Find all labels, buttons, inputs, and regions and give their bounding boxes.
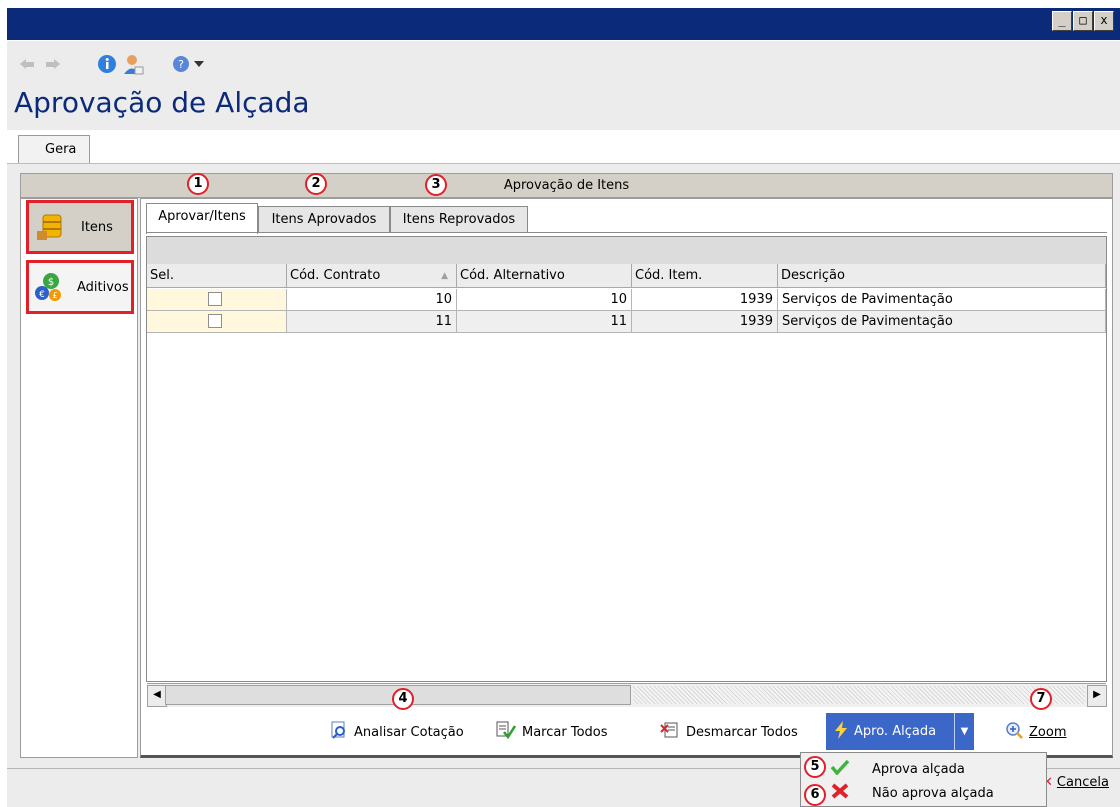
annotation-badge-7: 7 bbox=[1030, 688, 1052, 710]
annotation-badge-6: 6 bbox=[804, 784, 826, 806]
cell-alternativo: 11 bbox=[457, 311, 632, 333]
svg-text:£: £ bbox=[52, 291, 57, 300]
tab-geral[interactable]: Gera bbox=[18, 135, 90, 163]
sidebar-item-label: Itens bbox=[81, 219, 113, 235]
svg-text:?: ? bbox=[178, 58, 184, 71]
tab-aprovar-itens[interactable]: Aprovar/Itens bbox=[146, 203, 258, 234]
tab-itens-reprovados[interactable]: Itens Reprovados bbox=[390, 206, 528, 233]
row-checkbox[interactable] bbox=[208, 292, 222, 306]
maximize-button[interactable]: □ bbox=[1073, 11, 1093, 31]
group-panel bbox=[147, 237, 1106, 264]
page-title: Aprovação de Alçada bbox=[14, 86, 310, 119]
marcar-todos-button[interactable]: Marcar Todos bbox=[496, 714, 608, 750]
menu-label: Não aprova alçada bbox=[872, 785, 994, 801]
column-header-alternativo[interactable]: Cód. Alternativo bbox=[457, 264, 632, 288]
annotation-badge-1: 1 bbox=[187, 173, 209, 195]
info-icon[interactable] bbox=[96, 53, 118, 75]
check-list-icon bbox=[496, 721, 517, 743]
column-header-sel[interactable]: Sel. bbox=[147, 264, 287, 288]
cell-descricao: Serviços de Pavimentação bbox=[778, 289, 1106, 311]
cell-contrato: 11 bbox=[287, 311, 457, 333]
menu-item-aprova-alcada[interactable]: Aprova alçada bbox=[830, 757, 1045, 781]
row-checkbox[interactable] bbox=[208, 314, 222, 328]
apro-dropdown-icon[interactable]: ▼ bbox=[954, 713, 974, 750]
menu-item-nao-aprova-alcada[interactable]: Não aprova alçada bbox=[830, 781, 1045, 805]
general-tab-bar bbox=[7, 130, 1120, 163]
marcar-label: Marcar Todos bbox=[522, 724, 608, 740]
cell-contrato: 10 bbox=[287, 289, 457, 311]
sidebar-item-aditivos[interactable]: $ € £ Aditivos bbox=[26, 260, 134, 314]
cancela-button[interactable]: ✕ Cancela bbox=[1042, 775, 1109, 790]
window-title-bar bbox=[7, 8, 1120, 40]
cell-item: 1939 bbox=[632, 311, 778, 333]
user-icon[interactable] bbox=[122, 53, 144, 75]
annotation-badge-5: 5 bbox=[804, 756, 826, 778]
close-button[interactable]: x bbox=[1094, 11, 1114, 31]
sidebar-item-label: Aditivos bbox=[77, 279, 129, 295]
tab-itens-aprovados[interactable]: Itens Aprovados bbox=[258, 206, 390, 233]
apro-label: Apro. Alçada bbox=[854, 724, 937, 739]
desmarcar-todos-button[interactable]: Desmarcar Todos bbox=[660, 714, 798, 750]
help-icon[interactable]: ? bbox=[170, 53, 192, 75]
column-header-item[interactable]: Cód. Item. bbox=[632, 264, 778, 288]
undo-icon[interactable] bbox=[16, 53, 38, 75]
sidebar-item-itens[interactable]: Itens bbox=[26, 200, 134, 254]
magnifier-document-icon bbox=[330, 721, 348, 743]
annotation-badge-2: 2 bbox=[305, 173, 327, 195]
itens-icon bbox=[35, 211, 67, 243]
help-dropdown-icon[interactable] bbox=[192, 53, 206, 75]
minimize-button[interactable]: _ bbox=[1052, 11, 1072, 31]
column-header-label: Cód. Contrato bbox=[290, 268, 381, 283]
scroll-left-icon[interactable]: ◀ bbox=[147, 685, 167, 707]
annotation-badge-4: 4 bbox=[392, 688, 414, 710]
cell-alternativo: 10 bbox=[457, 289, 632, 311]
menu-label: Aprova alçada bbox=[872, 761, 965, 777]
analisar-cotacao-button[interactable]: Analisar Cotação bbox=[330, 714, 464, 750]
cell-descricao: Serviços de Pavimentação bbox=[778, 311, 1106, 333]
check-icon bbox=[830, 759, 850, 779]
coins-icon: $ € £ bbox=[33, 271, 65, 303]
cross-icon bbox=[830, 783, 850, 803]
column-header-contrato[interactable]: Cód. Contrato ▲ bbox=[287, 264, 457, 288]
sort-ascending-icon: ▲ bbox=[441, 271, 448, 281]
column-header-descricao[interactable]: Descrição bbox=[778, 264, 1106, 288]
analisar-label: Analisar Cotação bbox=[354, 724, 464, 740]
scroll-right-icon[interactable]: ▶ bbox=[1087, 685, 1107, 707]
table-row-sel-cell bbox=[147, 289, 287, 311]
desmarcar-label: Desmarcar Todos bbox=[686, 724, 798, 740]
annotation-badge-3: 3 bbox=[425, 174, 447, 196]
zoom-icon bbox=[1005, 721, 1023, 743]
cancela-label: Cancela bbox=[1056, 775, 1109, 790]
cell-item: 1939 bbox=[632, 289, 778, 311]
redo-icon[interactable] bbox=[42, 53, 64, 75]
zoom-label: Zoom bbox=[1029, 724, 1067, 740]
zoom-button[interactable]: Zoom bbox=[1005, 714, 1066, 750]
tab-divider bbox=[146, 232, 1107, 233]
lightning-icon bbox=[834, 720, 848, 743]
svg-text:$: $ bbox=[48, 277, 54, 288]
section-header: Aprovação de Itens bbox=[20, 173, 1113, 198]
table-row-sel-cell bbox=[147, 311, 287, 333]
scroll-track[interactable] bbox=[633, 686, 1085, 704]
apro-alcada-button[interactable]: Apro. Alçada bbox=[826, 713, 962, 750]
svg-text:€: € bbox=[39, 290, 45, 300]
uncheck-list-icon bbox=[660, 721, 680, 743]
